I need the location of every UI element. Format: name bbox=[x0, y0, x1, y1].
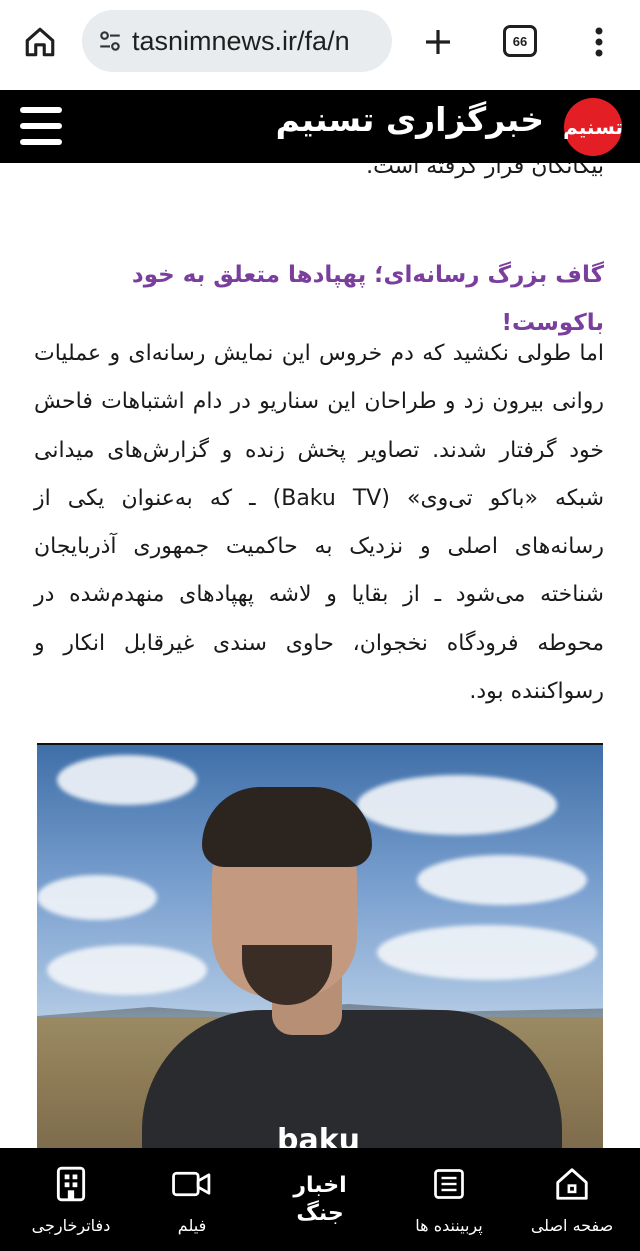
bottom-nav: صفحه اصلی پربیننده ها اخبار جنگ فیلم دفا… bbox=[0, 1148, 640, 1251]
video-person-hair bbox=[202, 787, 372, 867]
video-cloud bbox=[37, 875, 157, 920]
article-body: بیگانگان قرار گرفته است. گاف بزرگ رسانه‌… bbox=[0, 163, 640, 1148]
nav-foreign-offices-label: دفاترخارجی bbox=[31, 1216, 111, 1235]
nav-most-viewed-label: پربیننده ها bbox=[415, 1216, 483, 1235]
more-menu-icon[interactable] bbox=[582, 20, 616, 64]
article-video[interactable]: baku bbox=[37, 743, 603, 1148]
nav-home-label: صفحه اصلی bbox=[530, 1216, 614, 1235]
logo-text: تسنیم bbox=[563, 115, 623, 139]
hamburger-menu-icon[interactable] bbox=[20, 107, 62, 145]
tab-switcher-button[interactable]: 66 bbox=[503, 25, 537, 57]
newspaper-icon bbox=[429, 1164, 469, 1204]
url-text: tasnimnews.ir/fa/n bbox=[132, 25, 350, 56]
site-logo[interactable]: تسنیم bbox=[563, 98, 623, 156]
building-icon bbox=[51, 1164, 91, 1204]
article-paragraph: اما طولی نکشید که دم خروس این نمایش رسان… bbox=[34, 341, 605, 705]
nav-war-news-line1: اخبار bbox=[293, 1172, 347, 1198]
nav-film-label: فیلم bbox=[177, 1216, 207, 1235]
video-cloud bbox=[417, 855, 587, 905]
nav-film[interactable]: فیلم bbox=[142, 1148, 242, 1251]
address-bar[interactable]: tasnimnews.ir/fa/n bbox=[82, 10, 392, 72]
article-paragraph: بیگانگان قرار گرفته است. bbox=[366, 163, 604, 179]
video-cloud bbox=[357, 775, 557, 835]
site-settings-icon[interactable] bbox=[96, 27, 124, 55]
video-cloud bbox=[57, 755, 197, 805]
video-camera-icon bbox=[172, 1164, 212, 1204]
nav-home[interactable]: صفحه اصلی bbox=[512, 1148, 632, 1251]
nav-foreign-offices[interactable]: دفاترخارجی bbox=[16, 1148, 126, 1251]
video-cloud bbox=[377, 925, 597, 980]
video-cloud bbox=[47, 945, 207, 995]
nav-most-viewed[interactable]: پربیننده ها bbox=[394, 1148, 504, 1251]
home-icon bbox=[552, 1164, 592, 1204]
video-shirt-logo: baku bbox=[277, 1123, 361, 1148]
new-tab-icon[interactable] bbox=[416, 20, 460, 64]
home-icon[interactable] bbox=[18, 20, 62, 64]
site-header: خبرگزاری تسنیم تسنیم bbox=[0, 90, 640, 163]
site-title[interactable]: خبرگزاری تسنیم bbox=[276, 100, 544, 139]
nav-war-news[interactable]: اخبار جنگ bbox=[280, 1148, 360, 1251]
browser-toolbar: tasnimnews.ir/fa/n 66 bbox=[0, 0, 640, 90]
nav-war-news-line2: جنگ bbox=[296, 1200, 344, 1226]
